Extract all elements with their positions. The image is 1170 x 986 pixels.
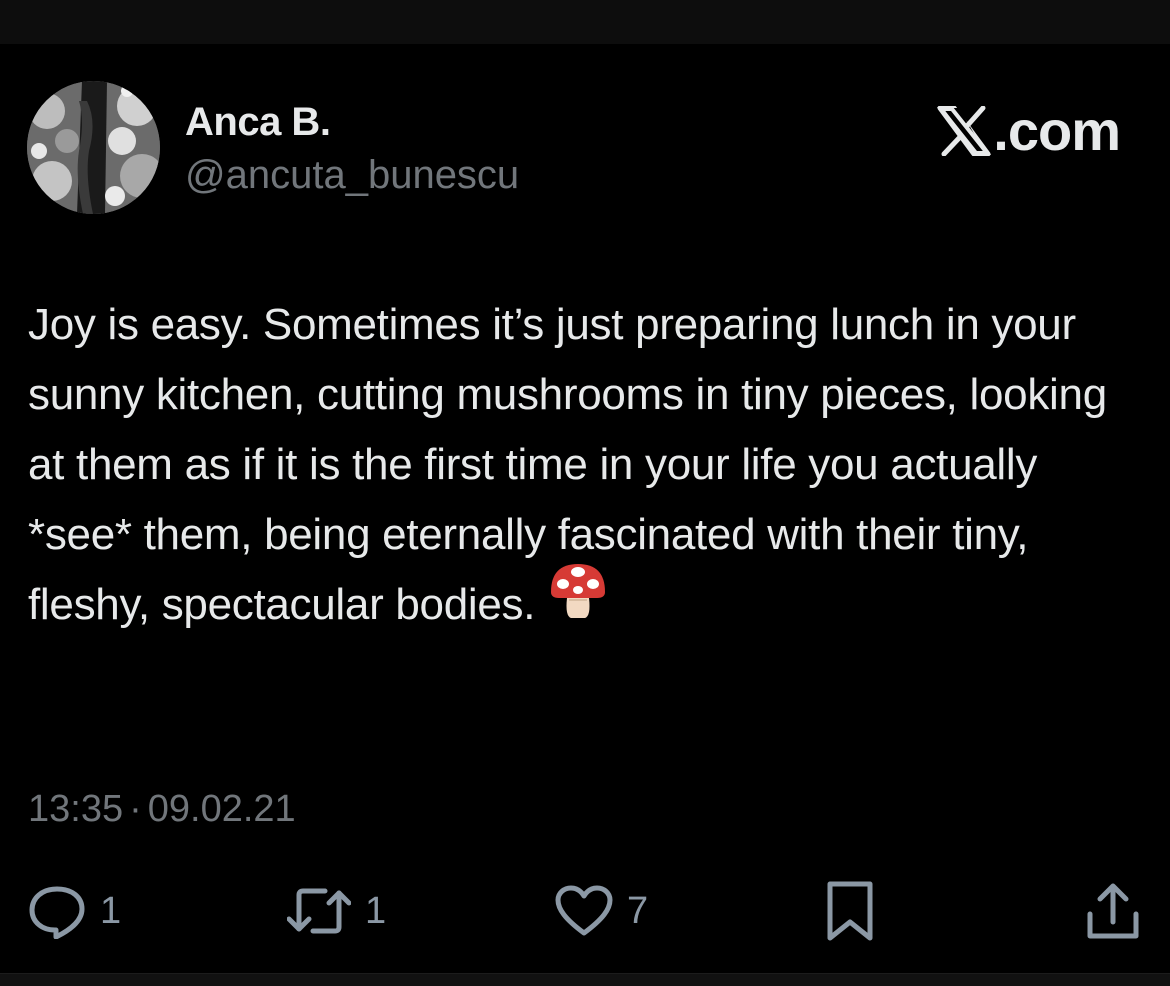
action-bar: 1 1 7 [0,876,1170,946]
brand-label: .com [993,99,1121,162]
profile-photo [27,81,160,214]
timestamp-separator: · [129,788,142,830]
share-button[interactable] [1086,876,1140,946]
reply-count: 1 [100,889,122,932]
bookmark-button[interactable] [826,876,874,946]
reply-button[interactable]: 1 [28,876,121,946]
avatar[interactable] [27,81,160,214]
mushroom-emoji [547,560,609,643]
top-bar [0,0,1170,44]
like-button[interactable]: 7 [555,876,648,946]
bottom-bar [0,973,1170,986]
tweet-date: 09.02.21 [147,788,296,830]
brand-logo: .com [937,99,1121,162]
tweet-time: 13:35 [28,788,124,830]
tweet-timestamp[interactable]: 13:35 · 09.02.21 [28,788,296,831]
bookmark-icon [827,881,873,941]
retweet-count: 1 [365,889,387,932]
retweet-icon [287,888,351,934]
share-icon [1087,883,1139,939]
heart-icon [555,885,613,936]
retweet-button[interactable]: 1 [287,876,386,946]
user-handle[interactable]: @ancuta_bunescu [185,153,519,198]
like-count: 7 [627,889,649,932]
reply-icon [29,886,85,939]
tweet-text: Joy is easy. Sometimes it’s just prepari… [28,290,1143,643]
display-name[interactable]: Anca B. [185,100,331,145]
x-logo-icon [937,106,992,156]
